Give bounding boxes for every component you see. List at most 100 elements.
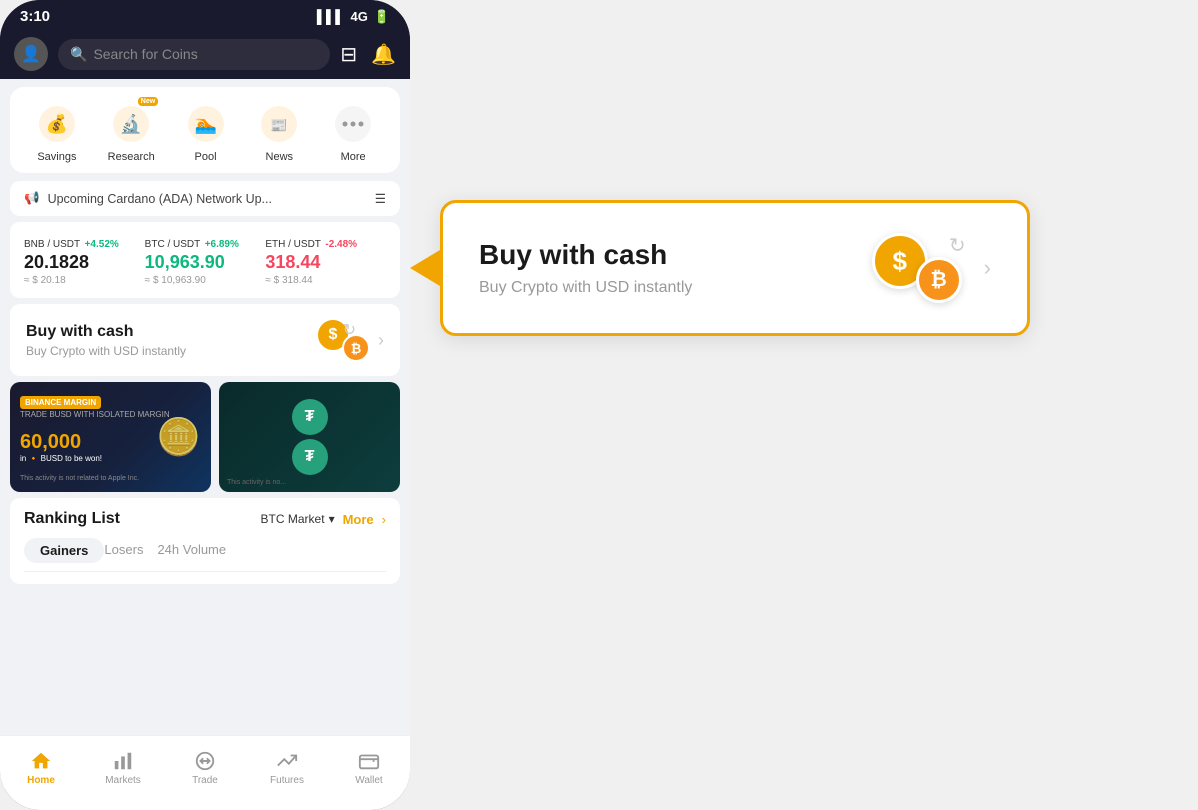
banner-disc-text-2: This activity is no...	[227, 479, 392, 486]
more-quick-label: More	[341, 151, 366, 163]
quick-action-savings[interactable]: 💰 Savings	[34, 101, 80, 163]
buy-cash-card[interactable]: Buy with cash Buy Crypto with USD instan…	[10, 304, 400, 376]
notification-icon[interactable]: 🔔	[371, 42, 396, 67]
banners-row: BINANCE MARGIN TRADE BUSD WITH ISOLATED …	[10, 382, 400, 492]
tooltip-arrow	[410, 250, 440, 286]
news-label: News	[266, 151, 294, 163]
quick-action-pool[interactable]: 🏊 Pool	[183, 101, 229, 163]
eth-usd: ≈ $ 318.44	[265, 275, 386, 286]
tether-coins: ₮ ₮	[292, 399, 328, 475]
tether-coin-1: ₮	[292, 399, 328, 435]
tooltip-right: $ ↻ ₿ ›	[872, 233, 991, 303]
research-label: Research	[108, 151, 155, 163]
savings-icon-wrap: 💰	[34, 101, 80, 147]
search-icon: 🔍	[70, 46, 87, 63]
btc-change: +6.89%	[205, 239, 239, 250]
ranking-header: Ranking List BTC Market ▾ More ›	[24, 510, 386, 528]
announcement-left: 📢 Upcoming Cardano (ADA) Network Up...	[24, 191, 272, 206]
buy-cash-right: $ ↻ ₿ ›	[316, 318, 384, 362]
research-icon-wrap: 🔬 New	[108, 101, 154, 147]
tooltip-coin-stack: $ ↻ ₿	[872, 233, 962, 303]
tab-24h-volume[interactable]: 24h Volume	[157, 538, 240, 563]
ranking-title: Ranking List	[24, 510, 120, 528]
nav-wallet[interactable]: Wallet	[328, 750, 410, 786]
nav-futures-label: Futures	[270, 775, 304, 786]
nav-trade-label: Trade	[192, 775, 218, 786]
network-type: 4G	[350, 9, 367, 24]
btc-usd: ≈ $ 10,963.90	[145, 275, 266, 286]
search-bar-row: 👤 🔍 Search for Coins ⊟ 🔔	[0, 29, 410, 79]
svg-text:📰: 📰	[271, 117, 288, 133]
ranking-right: BTC Market ▾ More ›	[261, 512, 386, 527]
nav-markets-label: Markets	[105, 775, 141, 786]
quick-action-more[interactable]: More	[330, 101, 376, 163]
svg-text:🏊: 🏊	[194, 114, 216, 134]
pool-icon-wrap: 🏊	[183, 101, 229, 147]
tether-coin-2: ₮	[292, 439, 328, 475]
chevron-right-icon: ›	[378, 330, 384, 351]
eth-change: -2.48%	[325, 239, 357, 250]
buy-cash-left: Buy with cash Buy Crypto with USD instan…	[26, 323, 186, 358]
scan-icon[interactable]: ⊟	[340, 42, 357, 67]
market-selector[interactable]: BTC Market ▾	[261, 512, 335, 526]
banner-disclaimer: This activity is not related to Apple In…	[20, 475, 201, 482]
eth-pair: ETH / USDT	[265, 239, 321, 250]
news-icon-wrap: 📰	[256, 101, 302, 147]
more-chevron-icon: ›	[382, 512, 386, 527]
time-display: 3:10	[20, 8, 50, 25]
nav-markets[interactable]: Markets	[82, 750, 164, 786]
announcement-bar[interactable]: 📢 Upcoming Cardano (ADA) Network Up... ☰	[10, 181, 400, 216]
tooltip-container: Buy with cash Buy Crypto with USD instan…	[440, 200, 1030, 336]
ticker-btc[interactable]: BTC / USDT +6.89% 10,963.90 ≈ $ 10,963.9…	[145, 234, 266, 286]
banner-binance-label: BINANCE MARGIN	[20, 396, 101, 409]
quick-actions-card: 💰 Savings 🔬 New Research 🏊 Pool	[10, 87, 400, 173]
coin-icons-stack: $ ↻ ₿	[316, 318, 370, 362]
nav-futures[interactable]: Futures	[246, 750, 328, 786]
bottom-nav: Home Markets Trade Futures Wallet	[0, 735, 410, 810]
phone-content: 💰 Savings 🔬 New Research 🏊 Pool	[0, 79, 410, 789]
dropdown-icon: ▾	[329, 512, 335, 526]
status-icons: ▌▌▌ 4G 🔋	[317, 9, 390, 25]
list-icon: ☰	[375, 191, 386, 206]
eth-price: 318.44	[265, 252, 386, 273]
market-label: BTC Market	[261, 512, 325, 526]
phone-container: 3:10 ▌▌▌ 4G 🔋 👤 🔍 Search for Coins ⊟ 🔔 💰	[0, 0, 410, 810]
ticker-row: BNB / USDT +4.52% 20.1828 ≈ $ 20.18 BTC …	[24, 234, 386, 286]
savings-label: Savings	[37, 151, 76, 163]
nav-home-label: Home	[27, 775, 55, 786]
banner-tether[interactable]: ₮ ₮ This activity is no...	[219, 382, 400, 492]
avatar[interactable]: 👤	[14, 37, 48, 71]
buy-cash-title: Buy with cash	[26, 323, 186, 341]
tooltip-box: Buy with cash Buy Crypto with USD instan…	[440, 200, 1030, 336]
tooltip-bitcoin-icon: ₿	[916, 257, 962, 303]
nav-home[interactable]: Home	[0, 750, 82, 786]
ticker-eth[interactable]: ETH / USDT -2.48% 318.44 ≈ $ 318.44	[265, 234, 386, 286]
bnb-change: +4.52%	[85, 239, 119, 250]
banner-coin-icon: 🪙	[156, 416, 201, 458]
header-icons: ⊟ 🔔	[340, 42, 396, 67]
banner-margin[interactable]: BINANCE MARGIN TRADE BUSD WITH ISOLATED …	[10, 382, 211, 492]
tab-gainers[interactable]: Gainers	[24, 538, 104, 563]
bnb-price: 20.1828	[24, 252, 145, 273]
tooltip-chevron-icon: ›	[984, 255, 991, 281]
nav-wallet-label: Wallet	[355, 775, 382, 786]
price-ticker: BNB / USDT +4.52% 20.1828 ≈ $ 20.18 BTC …	[10, 222, 400, 298]
nav-trade[interactable]: Trade	[164, 750, 246, 786]
bitcoin-coin-icon: ₿	[342, 334, 370, 362]
tooltip-refresh-icon: ↻	[949, 233, 966, 258]
quick-action-research[interactable]: 🔬 New Research	[108, 101, 155, 163]
search-placeholder: Search for Coins	[93, 46, 197, 62]
svg-text:🔬: 🔬	[120, 113, 142, 134]
search-input[interactable]: 🔍 Search for Coins	[58, 39, 330, 70]
new-badge: New	[138, 97, 158, 106]
btc-price: 10,963.90	[145, 252, 266, 273]
more-ranking-link[interactable]: More	[343, 512, 374, 527]
status-bar: 3:10 ▌▌▌ 4G 🔋	[0, 0, 410, 29]
quick-action-news[interactable]: 📰 News	[256, 101, 302, 163]
tooltip-title: Buy with cash	[479, 239, 692, 271]
ticker-bnb[interactable]: BNB / USDT +4.52% 20.1828 ≈ $ 20.18	[24, 234, 145, 286]
btc-pair: BTC / USDT	[145, 239, 201, 250]
tab-losers[interactable]: Losers	[104, 538, 157, 563]
buy-cash-subtitle: Buy Crypto with USD instantly	[26, 344, 186, 358]
announcement-text: Upcoming Cardano (ADA) Network Up...	[48, 192, 272, 206]
